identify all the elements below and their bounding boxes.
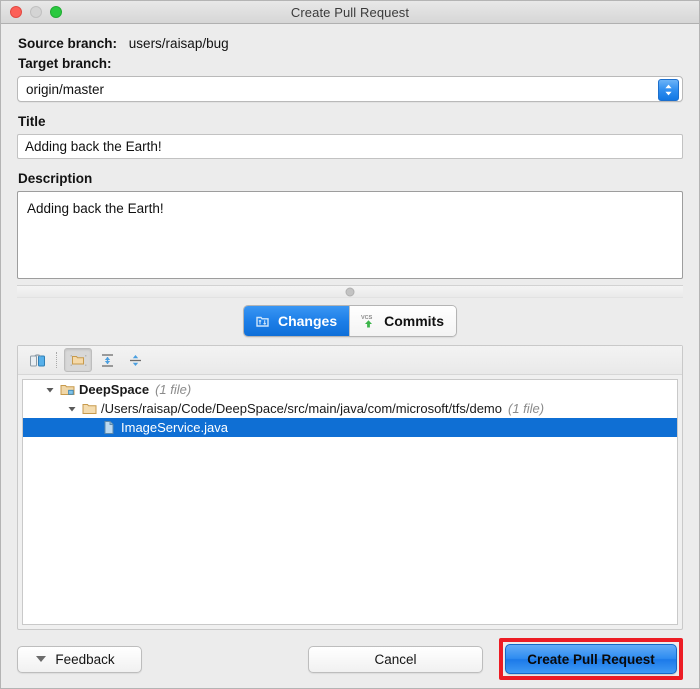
description-input[interactable]: Adding back the Earth!	[17, 191, 683, 279]
create-pull-request-button[interactable]: Create Pull Request	[505, 644, 677, 674]
changes-toolbar	[18, 346, 682, 375]
cancel-button[interactable]: Cancel	[308, 646, 483, 673]
title-input-value: Adding back the Earth!	[18, 139, 162, 154]
chevron-down-icon	[36, 656, 46, 662]
target-branch-combobox[interactable]: origin/master	[17, 76, 683, 102]
dialog-footer: Feedback Cancel Create Pull Request	[1, 630, 699, 688]
svg-text:VCS: VCS	[361, 315, 373, 321]
tree-node-label: /Users/raisap/Code/DeepSpace/src/main/ja…	[101, 401, 502, 416]
window-title: Create Pull Request	[1, 5, 699, 20]
tree-node-label: DeepSpace	[79, 382, 149, 397]
group-by-directory-button[interactable]	[64, 348, 92, 372]
java-file-icon	[101, 420, 117, 436]
changed-files-tree[interactable]: DeepSpace (1 file) /Users/raisap/Code/De…	[22, 379, 678, 625]
tab-commits-label: Commits	[384, 313, 444, 329]
target-branch-value: origin/master	[18, 82, 104, 97]
title-bar: Create Pull Request	[1, 1, 699, 24]
tree-node-count: (1 file)	[155, 382, 191, 397]
close-button[interactable]	[10, 6, 22, 18]
description-label: Description	[18, 171, 683, 186]
source-branch-value: users/raisap/bug	[129, 36, 229, 51]
title-label: Title	[18, 114, 683, 129]
dialog-content: Source branch: users/raisap/bug Target b…	[1, 24, 699, 630]
module-folder-icon	[59, 382, 75, 398]
table-row[interactable]: ImageService.java	[23, 418, 677, 437]
table-row[interactable]: DeepSpace (1 file)	[23, 380, 677, 399]
tree-node-count: (1 file)	[508, 401, 544, 416]
feedback-button[interactable]: Feedback	[17, 646, 142, 673]
tree-node-label: ImageService.java	[121, 420, 228, 435]
source-branch-row: Source branch: users/raisap/bug	[18, 36, 683, 51]
changes-panel: DeepSpace (1 file) /Users/raisap/Code/De…	[17, 345, 683, 630]
vcs-commit-icon: VCS	[360, 312, 378, 330]
splitter-dot-icon	[346, 287, 355, 296]
tab-changes[interactable]: Changes	[244, 306, 349, 336]
highlight-annotation: Create Pull Request	[499, 638, 683, 680]
create-pull-request-dialog: Create Pull Request Source branch: users…	[0, 0, 700, 689]
expand-all-button[interactable]	[94, 349, 120, 371]
show-diff-button[interactable]	[24, 349, 50, 371]
title-input[interactable]: Adding back the Earth!	[17, 134, 683, 159]
tab-changes-label: Changes	[278, 313, 337, 329]
minimize-button[interactable]	[30, 6, 42, 18]
tab-bar: Changes VCS Commits	[17, 305, 683, 337]
maximize-button[interactable]	[50, 6, 62, 18]
folder-icon	[81, 401, 97, 417]
source-branch-label: Source branch:	[18, 36, 117, 51]
splitter-handle[interactable]	[17, 285, 683, 298]
footer-actions: Cancel Create Pull Request	[308, 638, 683, 680]
collapse-all-button[interactable]	[122, 349, 148, 371]
chevron-updown-icon[interactable]	[658, 79, 679, 101]
table-row[interactable]: /Users/raisap/Code/DeepSpace/src/main/ja…	[23, 399, 677, 418]
tab-commits[interactable]: VCS Commits	[349, 306, 456, 336]
window-controls	[10, 1, 62, 23]
toolbar-separator	[56, 352, 58, 368]
feedback-label: Feedback	[55, 652, 114, 667]
target-branch-label: Target branch:	[18, 56, 683, 71]
changes-folder-icon	[254, 312, 272, 330]
chevron-down-icon[interactable]	[65, 402, 78, 415]
chevron-down-icon[interactable]	[43, 383, 56, 396]
segmented-control: Changes VCS Commits	[243, 305, 457, 337]
